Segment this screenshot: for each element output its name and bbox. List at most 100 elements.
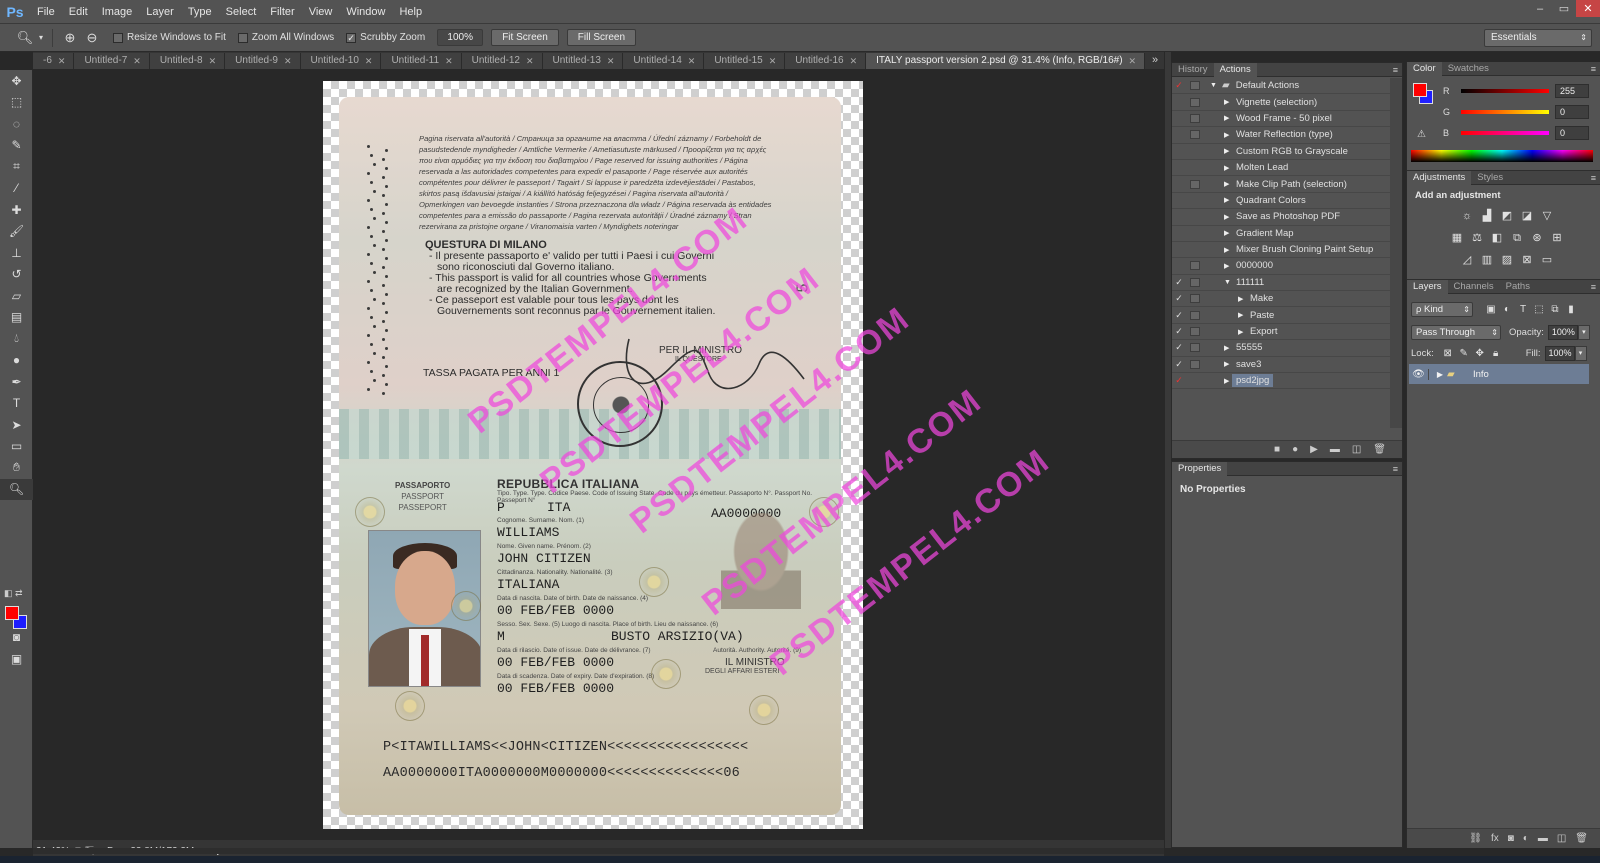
clone-stamp-tool-icon[interactable]: ⊥	[0, 242, 33, 264]
default-colors-icon[interactable]: ◧ ⇄	[4, 588, 23, 599]
gradient-map-triangle-icon[interactable]: ▽	[1540, 209, 1554, 223]
action-row[interactable]: ✓ ▶ save3	[1172, 357, 1392, 374]
tab-untitled-16[interactable]: Untitled-16 ✕	[785, 53, 867, 69]
layer-style-icon[interactable]: fx	[1491, 833, 1499, 844]
toggle-item-checkmark-icon[interactable]: ✓	[1172, 80, 1186, 91]
delete-layer-icon[interactable]: 🗑︎	[1575, 833, 1588, 844]
horizontal-scrollbar[interactable]	[33, 848, 1164, 854]
add-mask-icon[interactable]: ◙	[1508, 833, 1514, 844]
action-row[interactable]: ▶ Make Clip Path (selection)	[1172, 176, 1392, 193]
zoom-out-icon[interactable]: ⊖	[81, 28, 103, 48]
layer-kind-select[interactable]: ρ Kind	[1411, 301, 1473, 317]
levels-icon[interactable]: ▟	[1480, 209, 1494, 223]
close-tab-icon[interactable]: ✕	[850, 53, 858, 69]
expand-arrow-icon[interactable]: ▶	[1224, 360, 1236, 368]
close-tab-icon[interactable]: ✕	[365, 53, 373, 69]
dialog-toggle-icon[interactable]	[1190, 196, 1200, 205]
panel-menu-icon[interactable]: ≡	[1393, 462, 1398, 476]
new-layer-icon[interactable]: ◫	[1557, 833, 1566, 844]
expand-arrow-icon[interactable]: ▶	[1238, 328, 1250, 336]
action-row[interactable]: ✓ ▶ 55555	[1172, 340, 1392, 357]
expand-arrow-icon[interactable]: ▶	[1238, 311, 1250, 319]
toggle-item-checkmark-icon[interactable]: ✓	[1172, 359, 1186, 370]
link-layers-icon[interactable]: ⛓	[1469, 833, 1482, 844]
expand-group-icon[interactable]: ▶	[1433, 370, 1447, 379]
document-canvas[interactable]: Pagina riservata all'autorità / Страница…	[323, 81, 1057, 829]
menu-select[interactable]: Select	[219, 0, 264, 24]
filter-pixel-icon[interactable]: ▣	[1483, 304, 1499, 315]
fill-screen-button[interactable]: Fill Screen	[566, 29, 637, 46]
hand-tool-icon[interactable]: ✋︎	[0, 457, 33, 479]
action-row[interactable]: ✓ ▶ Make	[1172, 291, 1392, 308]
close-tab-icon[interactable]: ✕	[769, 53, 777, 69]
dialog-toggle-icon[interactable]	[1190, 261, 1200, 271]
quick-mask-icon[interactable]: ◙	[0, 626, 33, 648]
close-tab-icon[interactable]: ✕	[526, 53, 534, 69]
healing-brush-tool-icon[interactable]: ✚	[0, 199, 33, 221]
stop-icon[interactable]: ■	[1274, 444, 1280, 455]
gamut-warning-icon[interactable]: ⚠	[1417, 129, 1426, 140]
tab-channels[interactable]: Channels	[1448, 280, 1500, 294]
fill-input[interactable]: 100%	[1544, 345, 1575, 361]
marquee-tool-icon[interactable]: ⬚	[0, 92, 33, 114]
fill-dropdown-icon[interactable]: ▾	[1574, 345, 1587, 361]
actions-scrollbar[interactable]	[1390, 78, 1402, 428]
tab-properties[interactable]: Properties	[1172, 461, 1228, 476]
toggle-item-checkmark-icon[interactable]: ✓	[1172, 293, 1186, 304]
zoom-all-windows-checkbox[interactable]: Zoom All Windows	[237, 32, 334, 43]
dialog-toggle-icon[interactable]	[1190, 163, 1200, 172]
color-panel-foreground[interactable]	[1413, 83, 1427, 97]
expand-arrow-icon[interactable]: ▶	[1224, 114, 1236, 122]
tab-untitled-15[interactable]: Untitled-15 ✕	[704, 53, 786, 69]
gradient-map-icon[interactable]: ▭	[1540, 253, 1554, 267]
dialog-toggle-icon[interactable]	[1190, 212, 1200, 221]
tab-overflow-icon[interactable]: »	[1148, 52, 1162, 69]
expand-arrow-icon[interactable]: ▶	[1224, 344, 1236, 352]
dialog-toggle-icon[interactable]	[1190, 376, 1200, 385]
close-tab-icon[interactable]: ✕	[688, 53, 696, 69]
action-row[interactable]: ▶ Molten Lead	[1172, 160, 1392, 177]
play-icon[interactable]: ▶	[1310, 444, 1318, 455]
filter-adjustment-icon[interactable]: ◐	[1499, 304, 1515, 315]
filter-type-icon[interactable]: T	[1515, 304, 1531, 315]
toggle-item-checkmark-icon[interactable]: ✓	[1172, 375, 1186, 386]
expand-arrow-icon[interactable]: ▶	[1224, 262, 1236, 270]
expand-arrow-icon[interactable]: ▶	[1238, 295, 1250, 303]
menu-edit[interactable]: Edit	[62, 0, 95, 24]
lock-position-icon[interactable]: ✥	[1472, 348, 1488, 359]
expand-arrow-icon[interactable]: ▶	[1224, 196, 1236, 204]
screen-mode-icon[interactable]: ▣	[0, 648, 33, 670]
delete-icon[interactable]: 🗑︎	[1373, 444, 1386, 455]
toggle-item-checkmark-icon[interactable]: ✓	[1172, 342, 1186, 353]
dialog-toggle-icon[interactable]	[1190, 245, 1200, 254]
brush-tool-icon[interactable]: 🖌︎	[0, 221, 33, 243]
hue-saturation-icon[interactable]: ▦	[1450, 231, 1464, 245]
panel-menu-icon[interactable]: ≡	[1591, 171, 1596, 185]
exposure-icon[interactable]: ◪	[1520, 209, 1534, 223]
workspace-select[interactable]: Essentials ⇕	[1484, 29, 1592, 47]
blue-slider[interactable]	[1461, 131, 1549, 135]
opacity-input[interactable]: 100%	[1547, 324, 1578, 340]
tab-untitled-7[interactable]: Untitled-7 ✕	[74, 53, 150, 69]
new-group-icon[interactable]: ▬	[1538, 833, 1548, 844]
tab-styles[interactable]: Styles	[1471, 171, 1509, 185]
layer-row-info[interactable]: 👁︎ ▶ ▰ Info	[1409, 364, 1589, 384]
close-tab-icon[interactable]: ✕	[445, 53, 453, 69]
tab-paths[interactable]: Paths	[1500, 280, 1536, 294]
tab-untitled-11[interactable]: Untitled-11 ✕	[381, 53, 462, 69]
lock-image-icon[interactable]: ✎	[1456, 348, 1472, 359]
new-set-icon[interactable]: ▬	[1330, 444, 1340, 455]
toggle-item-checkmark-icon[interactable]: ✓	[1172, 310, 1186, 321]
dialog-toggle-icon[interactable]	[1190, 359, 1200, 369]
expand-arrow-icon[interactable]: ▶	[1224, 180, 1236, 188]
tab-color[interactable]: Color	[1407, 61, 1442, 76]
zoom-value-field[interactable]: 100%	[437, 29, 484, 46]
action-row[interactable]: ✓ ▶ Paste	[1172, 307, 1392, 324]
tab-untitled-10[interactable]: Untitled-10 ✕	[300, 53, 382, 69]
pen-tool-icon[interactable]: ✒	[0, 371, 33, 393]
zoom-tool-icon[interactable]: 🔍︎	[0, 478, 33, 500]
dialog-toggle-icon[interactable]	[1190, 130, 1200, 140]
type-tool-icon[interactable]: T	[0, 393, 33, 415]
menu-help[interactable]: Help	[392, 0, 429, 24]
opacity-dropdown-icon[interactable]: ▾	[1577, 324, 1590, 340]
